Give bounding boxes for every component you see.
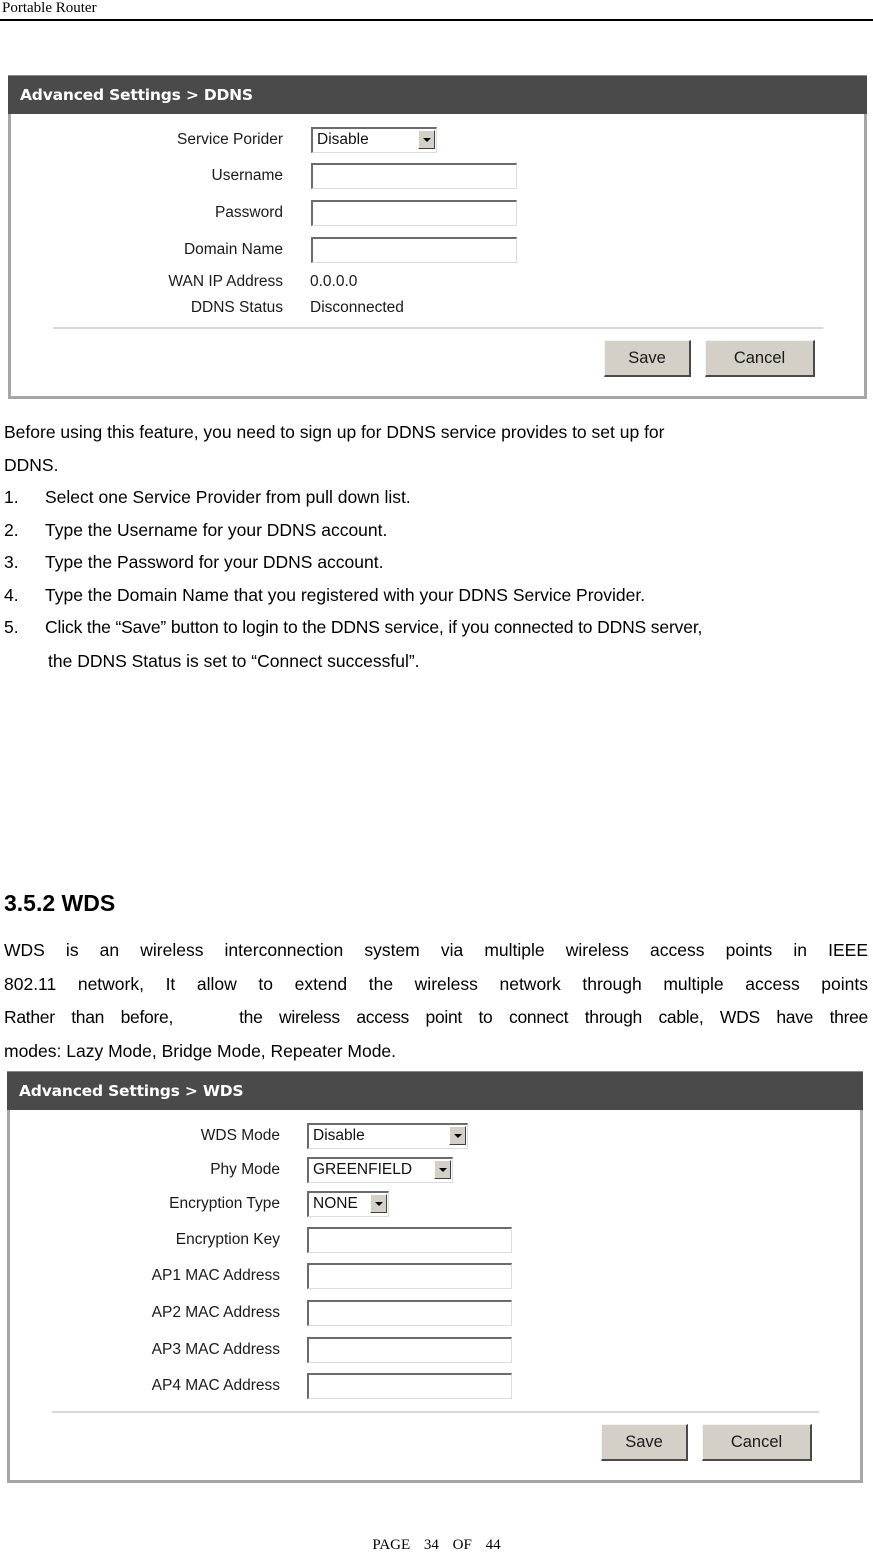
list-item-number: 3. xyxy=(4,552,19,572)
encryption-key-label: Encryption Key xyxy=(175,1231,280,1248)
wds-mode-value: Disable xyxy=(313,1127,365,1144)
list-item-number: 4. xyxy=(4,585,19,605)
service-provider-label: Service Porider xyxy=(177,131,283,148)
service-provider-select[interactable]: Disable xyxy=(311,127,437,153)
ddns-cancel-button[interactable]: Cancel xyxy=(705,340,815,377)
encryption-key-input[interactable] xyxy=(307,1227,512,1253)
wds-mode-select[interactable]: Disable xyxy=(307,1123,468,1149)
ap1-mac-input[interactable] xyxy=(307,1263,512,1289)
ap4-mac-label: AP4 MAC Address xyxy=(151,1377,280,1394)
password-input[interactable] xyxy=(311,200,517,226)
footer-of-label: OF xyxy=(452,1537,472,1553)
phy-mode-label: Phy Mode xyxy=(210,1161,280,1178)
wds-settings-panel: Advanced Settings > WDS WDS Mode Disable… xyxy=(7,1071,863,1483)
list-item-continuation: the DDNS Status is set to “Connect succe… xyxy=(48,651,420,671)
chevron-down-icon[interactable] xyxy=(449,1126,466,1145)
ddns-status-label: DDNS Status xyxy=(190,299,283,316)
list-item-number: 5. xyxy=(4,617,19,637)
chevron-down-icon[interactable] xyxy=(370,1194,387,1213)
list-item-text: Type the Username for your DDNS account. xyxy=(45,520,388,540)
wds-paragraph-line-1: WDS is an wireless interconnection syste… xyxy=(4,939,868,961)
phy-mode-select[interactable]: GREENFIELD xyxy=(307,1157,453,1183)
wds-save-button[interactable]: Save xyxy=(601,1424,688,1461)
footer-page-number: 34 xyxy=(423,1537,439,1553)
list-item-text: Type the Domain Name that you registered… xyxy=(45,585,646,605)
encryption-type-select[interactable]: NONE xyxy=(307,1191,389,1217)
list-item-number: 2. xyxy=(4,520,19,540)
list-item-number: 1. xyxy=(4,487,19,507)
list-item-text: Type the Password for your DDNS account. xyxy=(45,552,384,572)
wds-cancel-button[interactable]: Cancel xyxy=(702,1424,812,1461)
paragraph-text: Rather than before, the wireless access … xyxy=(4,1007,868,1027)
header-rule xyxy=(0,19,873,21)
ddns-panel-title: Advanced Settings > DDNS xyxy=(8,75,867,114)
paragraph-text: 802.11 network, It allow to extend the w… xyxy=(4,974,868,994)
service-provider-value: Disable xyxy=(317,131,369,148)
domain-name-input[interactable] xyxy=(311,237,517,263)
wan-ip-value: 0.0.0.0 xyxy=(310,273,358,290)
ddns-intro-line-2: DDNS. xyxy=(4,455,59,475)
domain-name-label: Domain Name xyxy=(183,241,283,258)
phy-mode-value: GREENFIELD xyxy=(313,1161,413,1178)
ddns-divider xyxy=(53,327,823,329)
footer-page-total: 44 xyxy=(485,1537,501,1553)
wds-panel-title: Advanced Settings > WDS xyxy=(7,1071,863,1110)
ap1-mac-label: AP1 MAC Address xyxy=(151,1267,280,1284)
ap2-mac-label: AP2 MAC Address xyxy=(151,1304,280,1321)
ddns-intro-line-1: Before using this feature, you need to s… xyxy=(4,422,665,442)
page-footer: PAGE 34 OF 44 xyxy=(0,1537,873,1554)
ap2-mac-input[interactable] xyxy=(307,1300,512,1326)
chevron-down-icon[interactable] xyxy=(434,1160,451,1179)
wds-paragraph-line-3: Rather than before, the wireless access … xyxy=(4,1006,868,1028)
paragraph-text: WDS is an wireless interconnection syste… xyxy=(4,940,868,960)
encryption-type-value: NONE xyxy=(313,1195,358,1212)
chevron-down-icon[interactable] xyxy=(418,130,435,149)
ap4-mac-input[interactable] xyxy=(307,1373,512,1399)
wds-paragraph-line-2: 802.11 network, It allow to extend the w… xyxy=(4,973,868,995)
ddns-settings-panel: Advanced Settings > DDNS Service Porider… xyxy=(8,75,867,399)
ap3-mac-label: AP3 MAC Address xyxy=(151,1341,280,1358)
username-label: Username xyxy=(211,167,284,184)
list-item-text: Click the “Save” button to login to the … xyxy=(45,617,703,637)
ddns-save-button[interactable]: Save xyxy=(604,340,691,377)
ddns-status-value: Disconnected xyxy=(310,299,404,316)
username-input[interactable] xyxy=(311,163,517,189)
wds-divider xyxy=(52,1411,819,1413)
wds-paragraph-line-4: modes: Lazy Mode, Bridge Mode, Repeater … xyxy=(4,1041,397,1061)
ap3-mac-input[interactable] xyxy=(307,1337,512,1363)
encryption-type-label: Encryption Type xyxy=(169,1195,280,1212)
password-label: Password xyxy=(214,204,283,221)
footer-page-label: PAGE xyxy=(372,1537,411,1553)
wds-mode-label: WDS Mode xyxy=(200,1127,280,1144)
list-item-text: Select one Service Provider from pull do… xyxy=(45,487,411,507)
wan-ip-label: WAN IP Address xyxy=(168,273,283,290)
section-heading-wds: 3.5.2 WDS xyxy=(4,890,116,916)
running-header: Portable Router xyxy=(2,0,97,16)
